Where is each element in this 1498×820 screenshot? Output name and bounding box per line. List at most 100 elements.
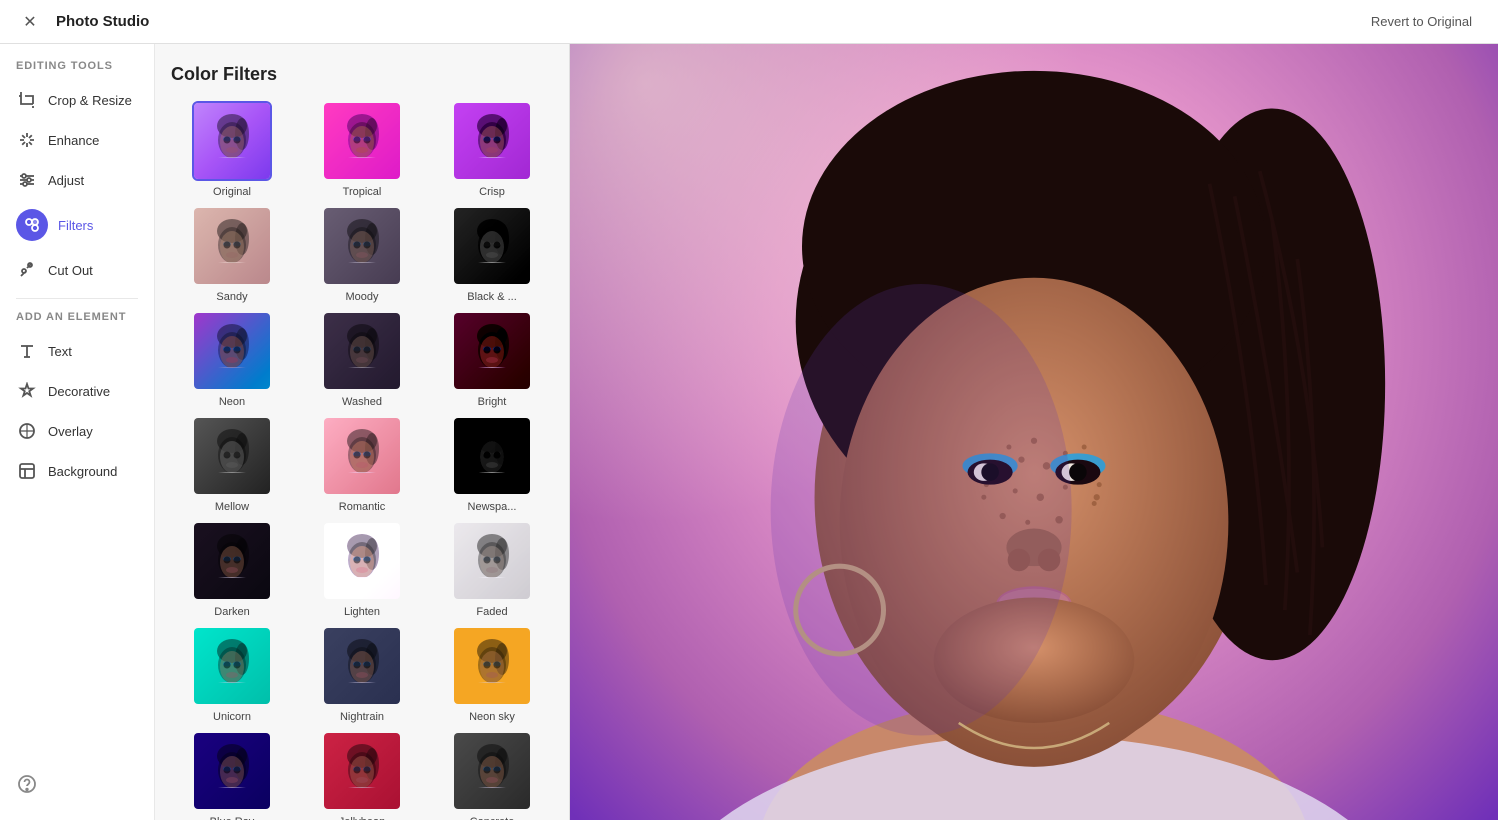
filter-thumb-inner-unicorn [194, 628, 270, 704]
add-element-title: ADD AN ELEMENT [0, 311, 154, 331]
background-label: Background [48, 464, 117, 479]
enhance-icon [16, 129, 38, 151]
photo-preview [570, 44, 1498, 820]
filter-item-neonsky[interactable]: Neon sky [431, 626, 553, 723]
filter-thumb-washed [322, 311, 402, 391]
sidebar-item-overlay[interactable]: Overlay [0, 411, 154, 451]
app-title: Photo Studio [56, 13, 149, 30]
filter-thumb-inner-lighten [324, 523, 400, 599]
filter-item-darken[interactable]: Darken [171, 521, 293, 618]
filter-item-crisp[interactable]: Crisp [431, 101, 553, 198]
cutout-label: Cut Out [48, 263, 93, 278]
decorative-icon [16, 380, 38, 402]
decorative-label: Decorative [48, 384, 110, 399]
main-layout: EDITING TOOLS Crop & Resize Enh [0, 44, 1498, 820]
filter-item-tropical[interactable]: Tropical [301, 101, 423, 198]
filter-thumb-neon [192, 311, 272, 391]
filter-thumb-inner-neon [194, 313, 270, 389]
filter-label-neon: Neon [219, 396, 245, 408]
filter-thumb-inner-newspaper [454, 418, 530, 494]
filter-thumb-newspaper [452, 416, 532, 496]
filter-thumb-bright [452, 311, 532, 391]
filter-thumb-faded [452, 521, 532, 601]
crop-icon [16, 89, 38, 111]
filter-item-unicorn[interactable]: Unicorn [171, 626, 293, 723]
sidebar-item-cutout[interactable]: Cut Out [0, 250, 154, 290]
sidebar-item-background[interactable]: Background [0, 451, 154, 491]
filter-thumb-inner-jellybean [324, 733, 400, 809]
help-icon [16, 773, 38, 795]
filter-thumb-inner-mellow [194, 418, 270, 494]
filter-item-mellow[interactable]: Mellow [171, 416, 293, 513]
filter-thumb-inner-darken [194, 523, 270, 599]
filter-thumb-mellow [192, 416, 272, 496]
filter-item-nightrain[interactable]: Nightrain [301, 626, 423, 723]
filter-label-darken: Darken [214, 606, 249, 618]
filter-item-faded[interactable]: Faded [431, 521, 553, 618]
filter-label-moody: Moody [345, 291, 378, 303]
filter-item-romantic[interactable]: Romantic [301, 416, 423, 513]
filter-thumb-inner-crisp [454, 103, 530, 179]
overlay-icon [16, 420, 38, 442]
filter-thumb-original [192, 101, 272, 181]
filter-item-lighten[interactable]: Lighten [301, 521, 423, 618]
filter-label-sandy: Sandy [216, 291, 247, 303]
filter-label-concrete: Concrete [470, 816, 515, 820]
filter-label-faded: Faded [476, 606, 507, 618]
filter-thumb-inner-faded [454, 523, 530, 599]
sidebar-divider [16, 298, 138, 299]
filter-thumb-inner-bright [454, 313, 530, 389]
filter-thumb-sandy [192, 206, 272, 286]
filter-label-nightrain: Nightrain [340, 711, 384, 723]
filter-thumb-inner-original [194, 103, 270, 179]
filter-item-jellybean[interactable]: Jellybean [301, 731, 423, 820]
sidebar-item-help[interactable] [0, 764, 154, 804]
overlay-label: Overlay [48, 424, 93, 439]
sidebar-item-text[interactable]: Text [0, 331, 154, 371]
filter-label-original: Original [213, 186, 251, 198]
filter-item-blackwhite[interactable]: Black & ... [431, 206, 553, 303]
sidebar-item-decorative[interactable]: Decorative [0, 371, 154, 411]
filter-label-neonsky: Neon sky [469, 711, 515, 723]
sidebar-item-crop[interactable]: Crop & Resize [0, 80, 154, 120]
filter-label-crisp: Crisp [479, 186, 505, 198]
filter-label-newspaper: Newspa... [468, 501, 517, 513]
filter-thumb-concrete [452, 731, 532, 811]
filter-thumb-unicorn [192, 626, 272, 706]
sidebar-item-enhance[interactable]: Enhance [0, 120, 154, 160]
filter-thumb-lighten [322, 521, 402, 601]
filter-thumb-blackwhite [452, 206, 532, 286]
filter-thumb-inner-tropical [324, 103, 400, 179]
cutout-icon [16, 259, 38, 281]
filter-thumb-neonsky [452, 626, 532, 706]
close-button[interactable]: ✕ [16, 8, 44, 36]
filter-label-bright: Bright [478, 396, 507, 408]
filter-item-original[interactable]: Original [171, 101, 293, 198]
filter-thumb-inner-concrete [454, 733, 530, 809]
filter-item-sandy[interactable]: Sandy [171, 206, 293, 303]
filter-label-blueray: Blue Ray [210, 816, 255, 820]
filter-item-concrete[interactable]: Concrete [431, 731, 553, 820]
canvas-area [570, 44, 1498, 820]
filter-label-tropical: Tropical [343, 186, 382, 198]
filters-grid: Original Tropical Crisp [171, 101, 553, 820]
filter-item-newspaper[interactable]: Newspa... [431, 416, 553, 513]
filters-label: Filters [58, 218, 93, 233]
adjust-icon [16, 169, 38, 191]
sidebar-item-adjust[interactable]: Adjust [0, 160, 154, 200]
filter-thumb-inner-romantic [324, 418, 400, 494]
revert-button[interactable]: Revert to Original [1361, 8, 1482, 35]
filter-item-neon[interactable]: Neon [171, 311, 293, 408]
filter-label-romantic: Romantic [339, 501, 385, 513]
filter-item-washed[interactable]: Washed [301, 311, 423, 408]
filter-item-blueray[interactable]: Blue Ray [171, 731, 293, 820]
sidebar-item-filters[interactable]: Filters [0, 200, 154, 250]
filter-item-bright[interactable]: Bright [431, 311, 553, 408]
filter-thumb-inner-sandy [194, 208, 270, 284]
filters-title: Color Filters [171, 64, 553, 85]
filter-label-jellybean: Jellybean [339, 816, 385, 820]
background-icon [16, 460, 38, 482]
filter-thumb-romantic [322, 416, 402, 496]
adjust-label: Adjust [48, 173, 84, 188]
filter-item-moody[interactable]: Moody [301, 206, 423, 303]
